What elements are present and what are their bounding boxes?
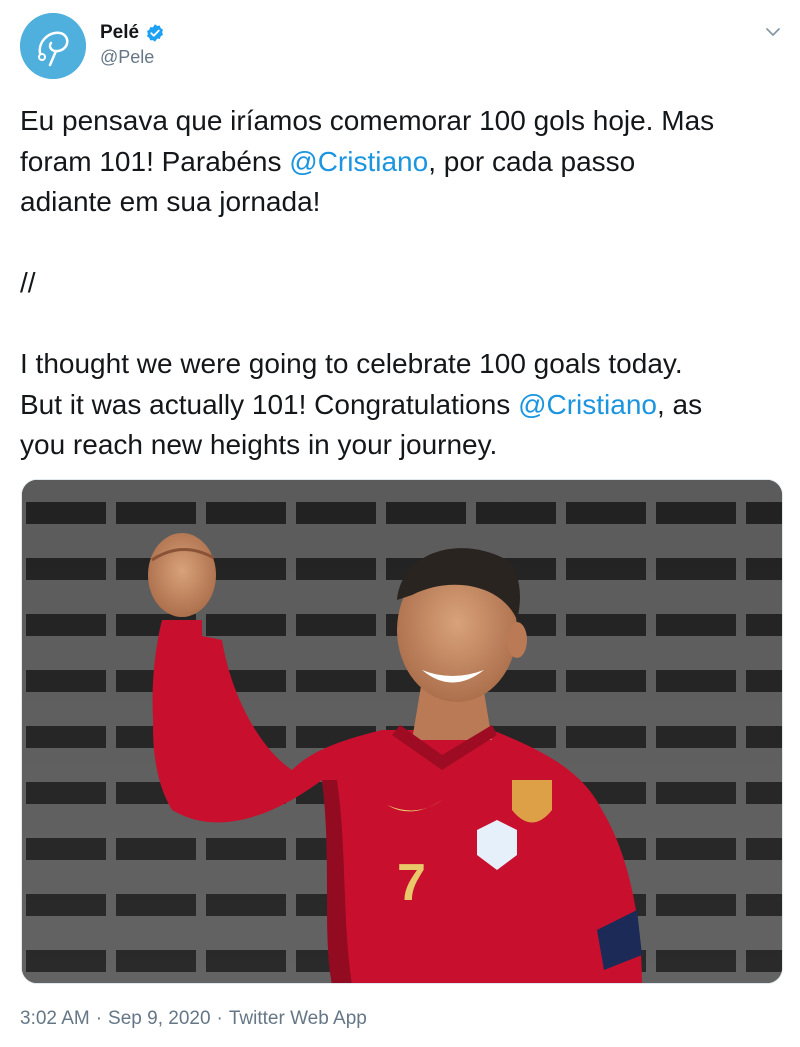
separator: · <box>216 1008 223 1029</box>
author-display-name[interactable]: Pelé <box>100 22 139 44</box>
tweet-photo[interactable]: 7 <box>21 479 783 984</box>
avatar[interactable] <box>20 13 86 79</box>
mention-link[interactable]: @Cristiano <box>518 389 657 420</box>
pele-logo-avatar <box>20 13 86 79</box>
chevron-down-icon[interactable] <box>763 22 783 42</box>
author-name-row[interactable]: Pelé <box>100 22 165 44</box>
jersey-number: 7 <box>397 854 426 912</box>
tweet-text-part: , por cada passo adiante em sua jornada!… <box>20 145 683 420</box>
tweet-source[interactable]: Twitter Web App <box>229 1008 367 1030</box>
tweet-time[interactable]: 3:02 AM <box>20 1008 90 1030</box>
verified-badge-icon <box>147 24 164 42</box>
separator: · <box>95 1008 103 1029</box>
tweet-date[interactable]: Sep 9, 2020 <box>108 1008 210 1030</box>
author-handle[interactable]: @Pele <box>100 47 154 68</box>
tweet-metadata: 3:02 AM · Sep 9, 2020 · Twitter Web App <box>20 1008 367 1030</box>
mention-link[interactable]: @Cristiano <box>289 146 428 177</box>
tweet-card: Pelé @Pele Eu pensava que iríamos comemo… <box>0 0 800 1047</box>
photo-illustration: 7 <box>22 480 782 983</box>
tweet-text: Eu pensava que iríamos comemorar 100 gol… <box>20 101 790 466</box>
